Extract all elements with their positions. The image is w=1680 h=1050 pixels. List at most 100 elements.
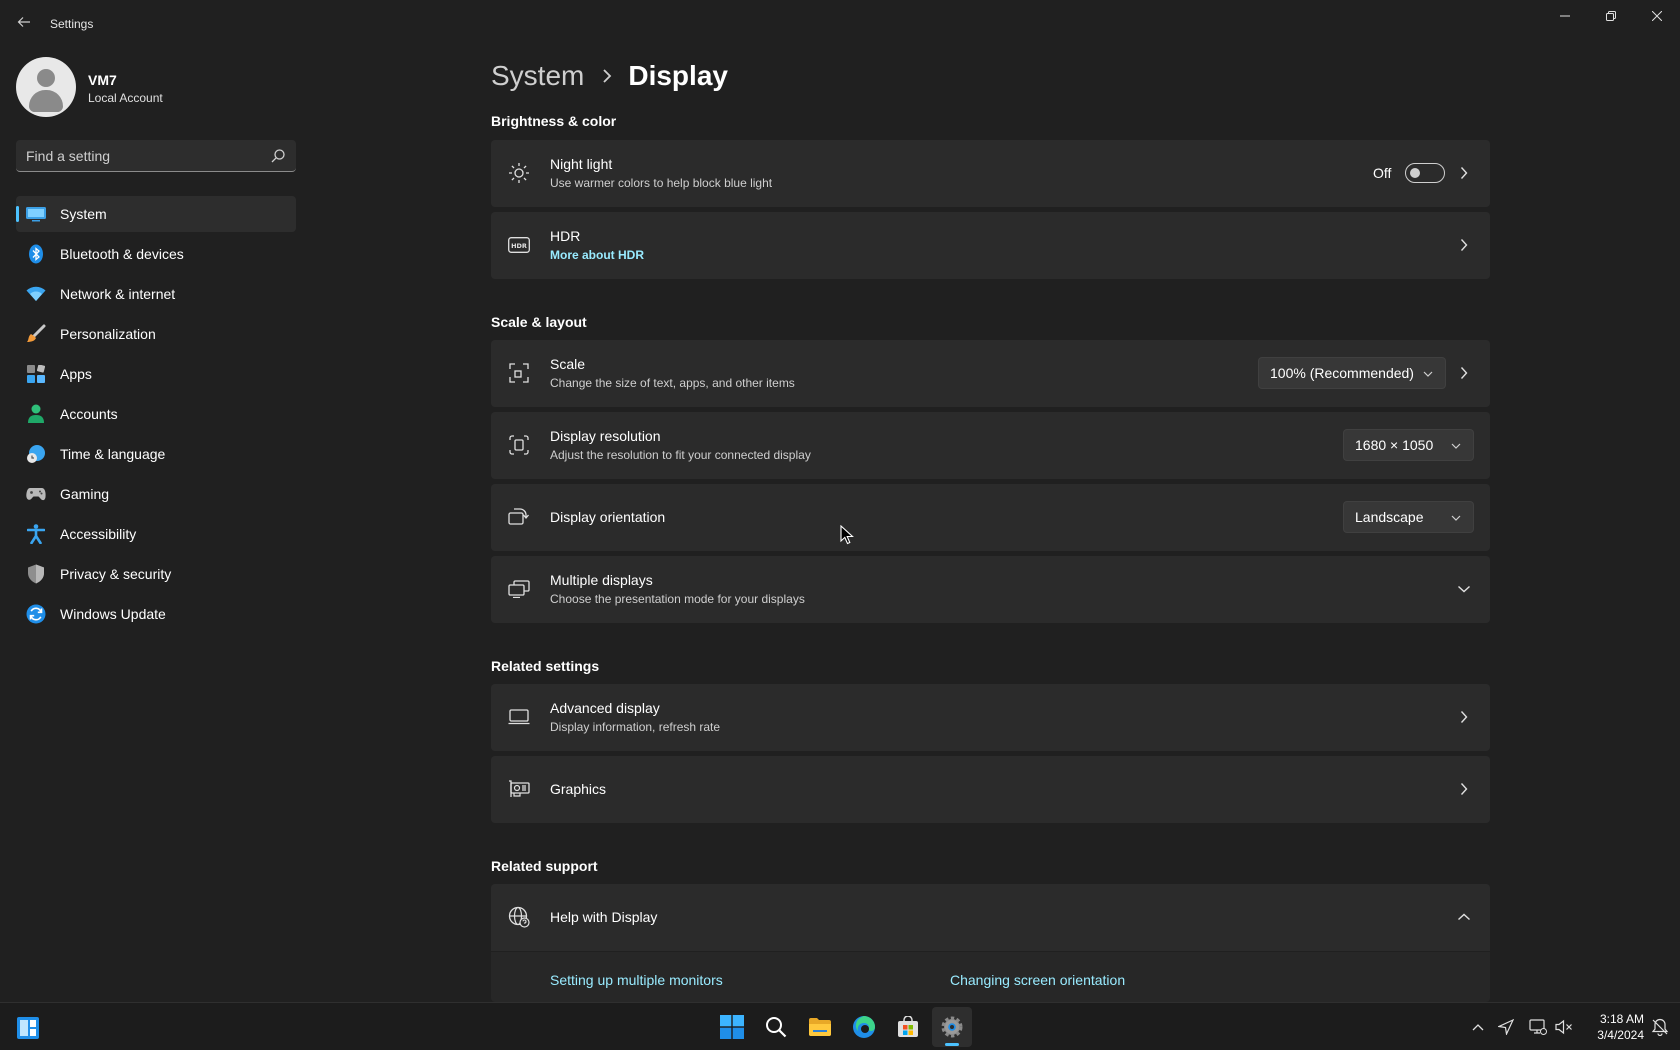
search-input[interactable]: [26, 140, 256, 171]
section-title-related-settings: Related settings: [491, 658, 600, 674]
display-orientation-card: Display orientation Landscape: [491, 484, 1490, 551]
help-link-screen-orientation[interactable]: Changing screen orientation: [950, 972, 1125, 988]
chevron-up-icon[interactable]: [1468, 1017, 1488, 1037]
chevron-up-icon[interactable]: [1455, 908, 1473, 926]
advanced-display-card[interactable]: Advanced display Display information, re…: [491, 684, 1490, 751]
display-resolution-title: Display resolution: [550, 428, 661, 444]
sidebar-item-privacy-security[interactable]: Privacy & security: [16, 556, 296, 592]
resolution-dropdown[interactable]: 1680 × 1050: [1343, 429, 1474, 461]
help-links-panel: Setting up multiple monitors Changing sc…: [491, 952, 1490, 1002]
scale-title: Scale: [550, 356, 586, 372]
search-icon: [766, 1017, 787, 1038]
mouse-cursor-icon: [840, 525, 854, 545]
resolution-value: 1680 × 1050: [1355, 437, 1434, 453]
search-box[interactable]: [16, 140, 296, 172]
sidebar-item-label: Accounts: [60, 406, 118, 422]
laptop-icon: [508, 706, 530, 728]
microsoft-store-button[interactable]: [888, 1007, 928, 1047]
hdr-title: HDR: [550, 228, 581, 244]
clock-date: 3/4/2024: [1597, 1028, 1644, 1042]
chevron-right-icon[interactable]: [1455, 708, 1473, 726]
volume-muted-icon[interactable]: [1554, 1017, 1574, 1037]
accounts-icon: [26, 404, 46, 424]
windows-logo-icon: [720, 1015, 744, 1039]
shield-icon: [26, 564, 46, 584]
breadcrumb: System Display: [491, 56, 728, 96]
widgets-icon[interactable]: [16, 1016, 40, 1040]
chevron-down-icon[interactable]: [1455, 580, 1473, 598]
help-with-display-card[interactable]: Help with Display: [491, 884, 1490, 951]
sidebar-item-label: Network & internet: [60, 286, 176, 302]
minimize-icon: [1560, 15, 1570, 17]
profile-name: VM7: [88, 72, 117, 88]
night-light-subtitle: Use warmer colors to help block blue lig…: [550, 176, 773, 190]
sidebar-item-apps[interactable]: Apps: [16, 356, 296, 392]
night-light-card[interactable]: Night light Use warmer colors to help bl…: [491, 140, 1490, 207]
gamepad-icon: [26, 484, 46, 504]
sidebar-item-label: Bluetooth & devices: [60, 246, 184, 262]
advanced-display-title: Advanced display: [550, 700, 660, 716]
location-icon[interactable]: [1496, 1017, 1516, 1037]
help-link-multiple-monitors[interactable]: Setting up multiple monitors: [550, 972, 723, 988]
hdr-card[interactable]: HDR HDR More about HDR: [491, 212, 1490, 279]
accessibility-icon: [26, 524, 46, 544]
chevron-right-icon[interactable]: [1455, 364, 1473, 382]
start-button[interactable]: [712, 1007, 752, 1047]
graphics-card[interactable]: Graphics: [491, 756, 1490, 823]
restore-button[interactable]: [1588, 0, 1634, 32]
edge-icon: [853, 1016, 875, 1038]
taskbar-search-button[interactable]: [756, 1007, 796, 1047]
sidebar-item-personalization[interactable]: Personalization: [16, 316, 296, 352]
system-clock[interactable]: 3:18 AM 3/4/2024: [1578, 1011, 1644, 1043]
graphics-card-icon: [508, 778, 530, 800]
more-about-hdr-link[interactable]: More about HDR: [550, 248, 644, 262]
profile-account-type: Local Account: [88, 91, 163, 105]
close-button[interactable]: [1634, 0, 1680, 32]
scale-dropdown[interactable]: 100% (Recommended): [1258, 357, 1446, 389]
sidebar-item-label: Apps: [60, 366, 92, 382]
night-light-toggle[interactable]: [1405, 163, 1445, 183]
gear-icon: [941, 1016, 963, 1038]
multiple-displays-card[interactable]: Multiple displays Choose the presentatio…: [491, 556, 1490, 623]
settings-app-button[interactable]: [932, 1007, 972, 1047]
sidebar-item-accounts[interactable]: Accounts: [16, 396, 296, 432]
display-orientation-title: Display orientation: [550, 509, 666, 525]
network-monitor-icon[interactable]: [1528, 1017, 1548, 1037]
user-profile[interactable]: VM7 Local Account: [16, 57, 296, 117]
notification-bell-icon[interactable]: [1650, 1017, 1670, 1037]
breadcrumb-parent[interactable]: System: [491, 60, 584, 92]
bluetooth-icon: [26, 244, 46, 264]
sidebar-item-label: System: [60, 206, 107, 222]
minimize-button[interactable]: [1542, 0, 1588, 32]
sidebar-item-system[interactable]: System: [16, 196, 296, 232]
chevron-right-icon[interactable]: [1455, 164, 1473, 182]
sidebar-item-label: Privacy & security: [60, 566, 172, 582]
file-explorer-button[interactable]: [800, 1007, 840, 1047]
advanced-display-subtitle: Display information, refresh rate: [550, 720, 721, 734]
sidebar-item-network[interactable]: Network & internet: [16, 276, 296, 312]
sidebar-item-windows-update[interactable]: Windows Update: [16, 596, 296, 632]
title-bar: Settings: [0, 0, 1680, 48]
scale-subtitle: Change the size of text, apps, and other…: [550, 376, 795, 390]
sidebar-item-accessibility[interactable]: Accessibility: [16, 516, 296, 552]
sidebar-item-time-language[interactable]: Time & language: [16, 436, 296, 472]
scale-card[interactable]: Scale Change the size of text, apps, and…: [491, 340, 1490, 407]
back-button[interactable]: [12, 10, 36, 34]
search-icon[interactable]: [270, 148, 286, 164]
orientation-dropdown[interactable]: Landscape: [1343, 501, 1474, 533]
wifi-icon: [26, 284, 46, 304]
help-with-display-title: Help with Display: [550, 909, 658, 925]
sidebar-item-gaming[interactable]: Gaming: [16, 476, 296, 512]
orientation-value: Landscape: [1355, 509, 1424, 525]
brush-icon: [26, 324, 46, 344]
chevron-right-icon: [602, 69, 612, 83]
system-icon: [26, 204, 46, 224]
taskbar: 3:18 AM 3/4/2024: [0, 1002, 1680, 1050]
scale-value: 100% (Recommended): [1270, 365, 1414, 381]
avatar: [16, 57, 76, 117]
globe-help-icon: [508, 906, 530, 928]
edge-browser-button[interactable]: [844, 1007, 884, 1047]
sidebar-item-bluetooth[interactable]: Bluetooth & devices: [16, 236, 296, 272]
chevron-right-icon[interactable]: [1455, 780, 1473, 798]
chevron-right-icon[interactable]: [1455, 236, 1473, 254]
